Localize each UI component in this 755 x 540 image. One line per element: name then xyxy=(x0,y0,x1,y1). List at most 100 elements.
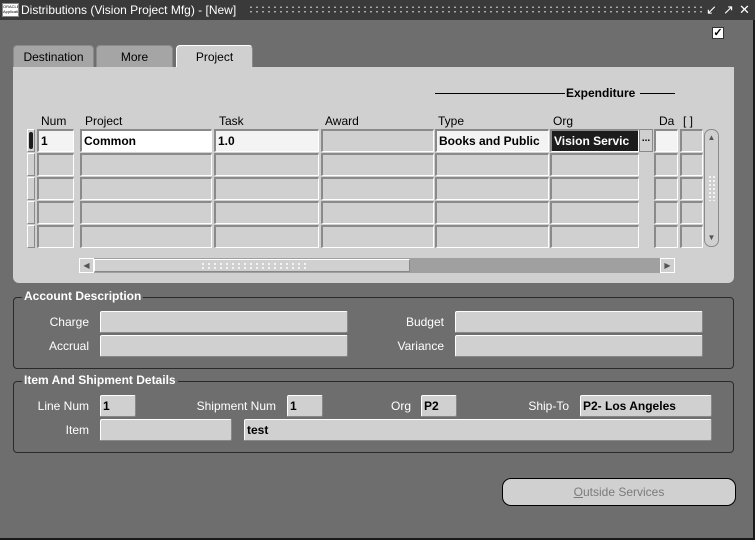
cell-org[interactable]: Vision Servic xyxy=(550,129,639,152)
line-num-label: Line Num xyxy=(37,399,89,413)
outside-services-label: utside Services xyxy=(582,485,665,499)
vertical-scrollbar[interactable]: ▲ ▼ xyxy=(704,129,719,247)
ship-to-field[interactable]: P2- Los Angeles xyxy=(580,395,712,417)
scroll-right-icon[interactable]: ▶ xyxy=(660,258,675,273)
horizontal-scrollbar[interactable]: ◀ ▶ xyxy=(79,258,675,273)
shipment-num-label: Shipment Num xyxy=(196,399,276,413)
item-description-field[interactable]: test xyxy=(244,419,712,441)
column-header-date: Da xyxy=(659,114,675,128)
account-description-frame: Account Description xyxy=(13,289,734,369)
cell-type[interactable]: Books and Public xyxy=(435,129,549,152)
horizontal-scroll-thumb[interactable] xyxy=(94,259,410,272)
window-checkbox[interactable]: ✓ xyxy=(712,27,724,39)
item-label: Item xyxy=(65,423,89,437)
cell-org[interactable] xyxy=(550,153,639,176)
cell-date[interactable] xyxy=(654,129,678,152)
cell-date[interactable] xyxy=(654,201,678,224)
item-field[interactable] xyxy=(100,419,232,441)
cell-project[interactable] xyxy=(80,177,212,200)
column-header-folder: [ ] xyxy=(683,114,694,128)
variance-label: Variance xyxy=(397,339,444,353)
accrual-field[interactable] xyxy=(100,335,348,357)
column-header-type: Type xyxy=(438,114,465,128)
minimize-icon[interactable]: ↙ xyxy=(704,2,719,18)
account-description-title: Account Description xyxy=(22,289,144,303)
cell-type[interactable] xyxy=(435,177,549,200)
group-line-right xyxy=(640,93,675,94)
cell-extra[interactable] xyxy=(680,129,703,152)
cell-date[interactable] xyxy=(654,225,678,248)
cell-type[interactable] xyxy=(435,201,549,224)
title-grip xyxy=(248,5,703,14)
cell-date[interactable] xyxy=(654,153,678,176)
cell-project[interactable] xyxy=(80,153,212,176)
cell-type[interactable] xyxy=(435,153,549,176)
close-icon[interactable]: ✕ xyxy=(737,2,752,18)
tab-more[interactable]: More xyxy=(96,45,173,68)
charge-field[interactable] xyxy=(100,311,348,333)
line-num-field[interactable]: 1 xyxy=(100,395,136,417)
variance-field[interactable] xyxy=(455,335,703,357)
cell-extra[interactable] xyxy=(680,153,703,176)
cell-task[interactable] xyxy=(214,201,319,224)
cell-task[interactable] xyxy=(214,177,319,200)
cell-project[interactable] xyxy=(80,225,212,248)
cell-org[interactable] xyxy=(550,225,639,248)
cell-task[interactable] xyxy=(214,225,319,248)
cell-extra[interactable] xyxy=(680,201,703,224)
org-field[interactable]: P2 xyxy=(421,395,457,417)
row-selector[interactable] xyxy=(27,129,35,152)
scroll-left-icon[interactable]: ◀ xyxy=(79,258,94,273)
project-tab-panel: Expenditure Num Project Task Award Type … xyxy=(13,67,734,283)
title-bar: ORACLEApplication Distributions (Vision … xyxy=(0,0,755,20)
outside-services-mnemonic: O xyxy=(573,485,583,499)
budget-field[interactable] xyxy=(455,311,703,333)
cell-num[interactable] xyxy=(37,201,74,224)
expenditure-group-header: Expenditure xyxy=(435,86,675,100)
accrual-label: Accrual xyxy=(48,339,89,353)
scroll-up-icon[interactable]: ▲ xyxy=(706,131,717,145)
cell-award xyxy=(321,201,434,224)
org-lov-button[interactable]: ... xyxy=(639,129,653,152)
row-selector[interactable] xyxy=(27,177,35,200)
org-label: Org xyxy=(390,399,411,413)
row-selector[interactable] xyxy=(27,153,35,176)
item-shipment-frame: Item And Shipment Details xyxy=(13,373,734,453)
scroll-grip[interactable] xyxy=(708,175,715,201)
cell-org[interactable] xyxy=(550,201,639,224)
cell-project[interactable] xyxy=(80,201,212,224)
column-header-project: Project xyxy=(85,114,123,128)
budget-label: Budget xyxy=(405,315,444,329)
cell-award xyxy=(321,129,434,152)
oracle-logo-icon: ORACLEApplication xyxy=(2,3,19,17)
expenditure-label: Expenditure xyxy=(566,86,636,100)
row-selector[interactable] xyxy=(27,201,35,224)
shipment-num-field[interactable]: 1 xyxy=(287,395,323,417)
cell-task[interactable]: 1.0 xyxy=(214,129,319,152)
outside-services-button[interactable]: Outside Services xyxy=(502,478,736,506)
charge-label: Charge xyxy=(49,315,89,329)
scroll-down-icon[interactable]: ▼ xyxy=(706,231,717,245)
window-title: Distributions (Vision Project Mfg) - [Ne… xyxy=(21,3,237,17)
cell-num[interactable] xyxy=(37,153,74,176)
row-selector[interactable] xyxy=(27,225,35,248)
tab-project[interactable]: Project xyxy=(176,45,253,69)
cell-award xyxy=(321,225,434,248)
item-shipment-title: Item And Shipment Details xyxy=(22,373,178,387)
cell-num[interactable] xyxy=(37,225,74,248)
cell-task[interactable] xyxy=(214,153,319,176)
maximize-icon[interactable]: ↗ xyxy=(721,2,736,18)
cell-org[interactable] xyxy=(550,177,639,200)
cell-extra[interactable] xyxy=(680,225,703,248)
cell-extra[interactable] xyxy=(680,177,703,200)
cell-project[interactable]: Common xyxy=(80,129,212,152)
group-line-left xyxy=(435,93,565,94)
column-header-org: Org xyxy=(553,114,574,128)
cell-num[interactable]: 1 xyxy=(37,129,74,152)
cell-award xyxy=(321,177,434,200)
column-header-task: Task xyxy=(219,114,244,128)
cell-date[interactable] xyxy=(654,177,678,200)
cell-num[interactable] xyxy=(37,177,74,200)
cell-type[interactable] xyxy=(435,225,549,248)
tab-destination[interactable]: Destination xyxy=(13,45,94,68)
